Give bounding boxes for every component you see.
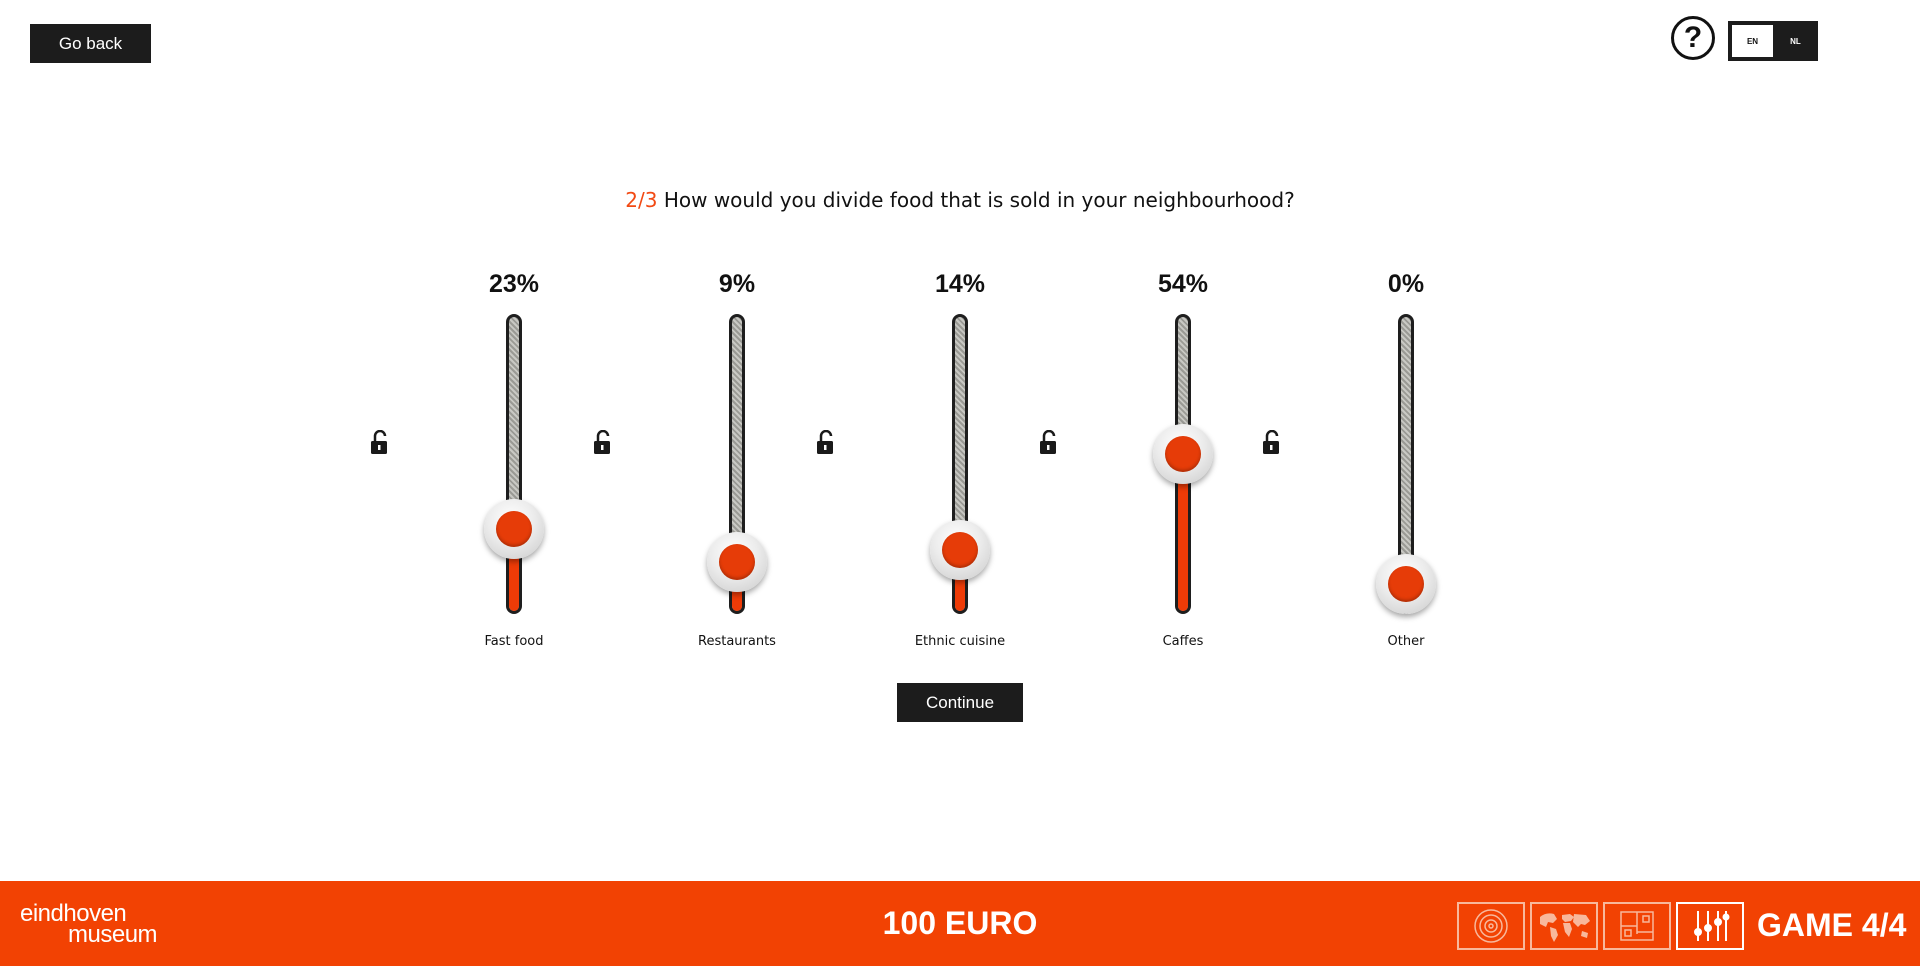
world-map-icon[interactable] (1530, 902, 1598, 950)
unlocked-padlock-icon[interactable] (1039, 429, 1059, 456)
slider-label: Fast food (484, 634, 544, 649)
logo-line-2: museum (68, 921, 158, 948)
eindhoven-museum-logo: eindhoven museum (20, 902, 158, 948)
game-selector (1457, 902, 1744, 950)
unlocked-padlock-icon[interactable] (370, 429, 390, 456)
slider-handle[interactable] (1376, 554, 1436, 614)
slider-percent: 9% (718, 270, 756, 298)
floor-plan-icon[interactable] (1603, 902, 1671, 950)
slider-handle[interactable] (1153, 424, 1213, 485)
slider-percent: 0% (1387, 270, 1425, 298)
slider-handle[interactable] (707, 532, 767, 593)
slider-label: Ethnic cuisine (914, 634, 1006, 649)
slider-label: Caffes (1162, 634, 1204, 649)
slider-handle[interactable] (930, 520, 990, 581)
slider-label: Other (1387, 634, 1425, 649)
slider-track[interactable] (506, 314, 522, 614)
slider-ethnic-cuisine: 14% Ethnic cuisine (817, 268, 1030, 658)
slider-caffes: 54% Caffes (1040, 268, 1253, 658)
target-icon[interactable] (1457, 902, 1525, 950)
sliders-icon[interactable] (1676, 902, 1744, 950)
slider-group: 23% Fast food 9% Restaurants 14% Ethnic … (0, 0, 1920, 700)
slider-fast-food: 23% Fast food (371, 268, 584, 658)
unlocked-padlock-icon[interactable] (1262, 429, 1282, 456)
slider-percent: 54% (1157, 270, 1209, 298)
slider-percent: 23% (488, 270, 540, 298)
unlocked-padlock-icon[interactable] (593, 429, 613, 456)
game-progress-label: GAME 4/4 (1757, 907, 1907, 943)
slider-percent: 14% (934, 270, 986, 298)
slider-handle[interactable] (484, 498, 544, 559)
continue-button[interactable]: Continue (897, 683, 1023, 722)
slider-restaurants: 9% Restaurants (594, 268, 807, 658)
slider-label: Restaurants (698, 634, 776, 649)
slider-other: 0% Other (1263, 268, 1476, 658)
unlocked-padlock-icon[interactable] (816, 429, 836, 456)
footer-bar: eindhoven museum 100 EURO GAME 4/4 (0, 881, 1920, 966)
